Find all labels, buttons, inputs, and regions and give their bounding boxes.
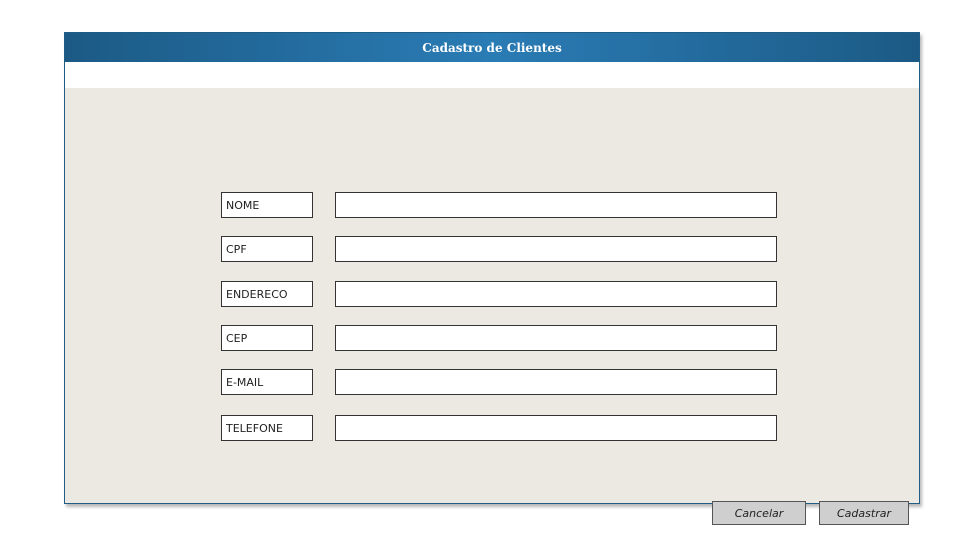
endereco-input[interactable]	[335, 281, 777, 307]
email-input[interactable]	[335, 369, 777, 395]
label-email: E-MAIL	[221, 369, 313, 395]
telefone-input[interactable]	[335, 415, 777, 441]
title-bar: Cadastro de Clientes	[65, 33, 919, 62]
label-nome: NOME	[221, 192, 313, 218]
label-cpf: CPF	[221, 236, 313, 262]
cep-input[interactable]	[335, 325, 777, 351]
cpf-input[interactable]	[335, 236, 777, 262]
nome-input[interactable]	[335, 192, 777, 218]
submit-button[interactable]: Cadastrar	[819, 501, 909, 525]
window-title: Cadastro de Clientes	[422, 40, 562, 55]
client-registration-window: Cadastro de Clientes NOME CPF ENDERECO C…	[64, 32, 920, 525]
cancel-button[interactable]: Cancelar	[712, 501, 806, 525]
label-telefone: TELEFONE	[221, 415, 313, 441]
menu-bar	[65, 62, 919, 88]
label-cep: CEP	[221, 325, 313, 351]
label-endereco: ENDERECO	[221, 281, 313, 307]
form-panel: NOME CPF ENDERECO CEP E-MAIL TELEFONE Ca…	[65, 88, 919, 525]
